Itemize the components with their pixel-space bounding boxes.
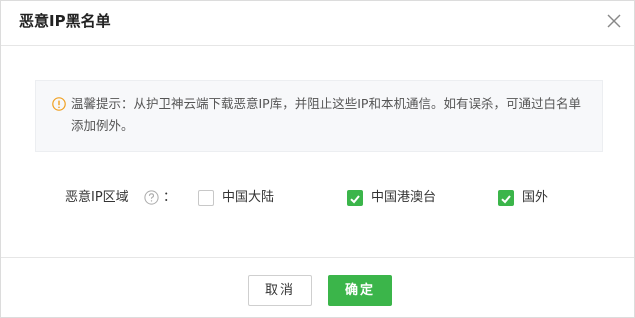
checkbox-unchecked-icon[interactable]	[198, 190, 214, 206]
warning-icon	[52, 96, 66, 111]
region-label: 恶意IP区域	[65, 190, 129, 205]
confirm-button[interactable]: 确定	[328, 275, 392, 306]
checkbox-checked-icon[interactable]	[347, 190, 363, 206]
dialog-footer: 取消 确定	[1, 257, 634, 318]
checkbox-checked-icon[interactable]	[498, 190, 514, 206]
checkbox-label-hk-macao-taiwan: 中国港澳台	[371, 190, 437, 205]
notice-box: 温馨提示：从护卫神云端下载恶意IP库，并阻止这些IP和本机通信。如有误杀，可通过…	[35, 80, 603, 152]
close-icon[interactable]	[604, 11, 624, 31]
notice-text: 温馨提示：从护卫神云端下载恶意IP库，并阻止这些IP和本机通信。如有误杀，可通过…	[71, 96, 581, 133]
region-colon: ：	[163, 190, 177, 205]
checkbox-mainland-china[interactable]: 中国大陆	[198, 188, 288, 208]
region-row: 恶意IP区域 ： 中国大陆 中国港澳台 国外	[1, 186, 634, 210]
malicious-ip-blacklist-dialog: 恶意IP黑名单 温馨提示：从护卫神云端下载恶意IP库，并阻止这些IP和本机通信。…	[0, 0, 635, 318]
cancel-button[interactable]: 取消	[248, 275, 312, 306]
checkbox-overseas[interactable]: 国外	[498, 188, 568, 208]
help-icon[interactable]	[144, 190, 159, 205]
dialog-title: 恶意IP黑名单	[19, 12, 111, 30]
checkbox-label-overseas: 国外	[522, 190, 549, 205]
checkbox-hk-macao-taiwan[interactable]: 中国港澳台	[347, 188, 457, 208]
checkbox-label-mainland-china: 中国大陆	[222, 190, 275, 205]
dialog-header: 恶意IP黑名单	[1, 1, 634, 46]
